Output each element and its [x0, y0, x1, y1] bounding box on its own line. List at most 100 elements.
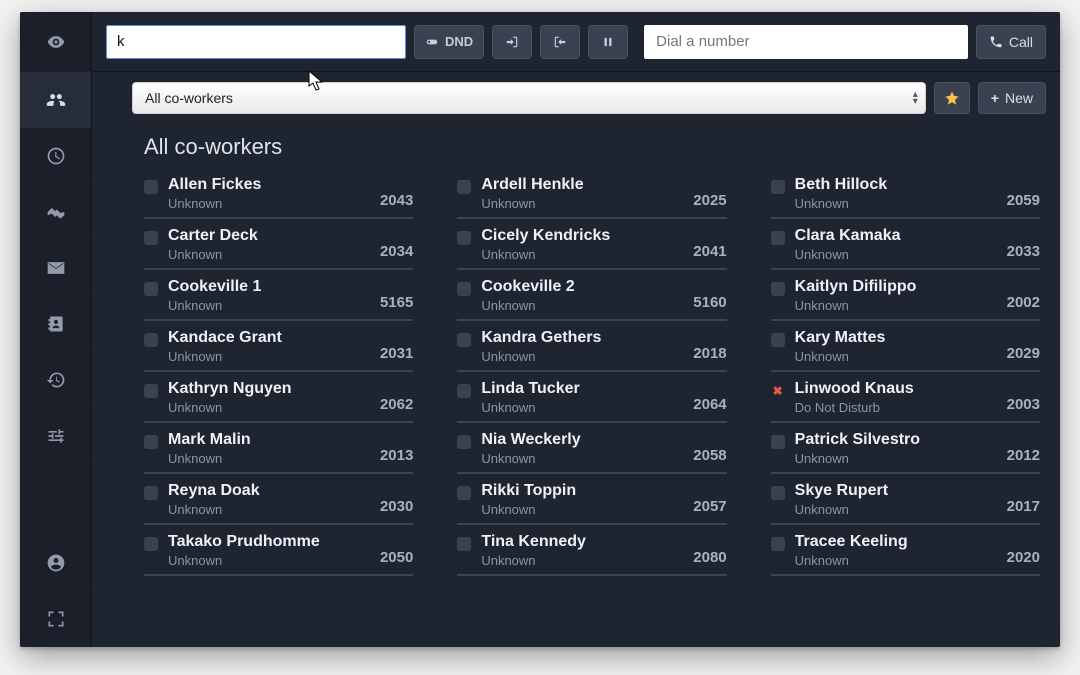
dial-input[interactable] [644, 25, 968, 59]
presence-unknown-icon [457, 384, 471, 398]
presence-unknown-icon [144, 231, 158, 245]
contact-item[interactable]: Kathryn NguyenUnknown2062 [144, 372, 413, 423]
contact-name: Skye Rupert [795, 482, 997, 500]
presence-unknown-icon [457, 282, 471, 296]
contact-name: Cookeville 1 [168, 278, 370, 296]
contact-extension: 2031 [380, 345, 413, 362]
contact-item[interactable]: Kandra GethersUnknown2018 [457, 321, 726, 372]
sidebar-item-settings[interactable] [20, 408, 91, 464]
contact-item[interactable]: Cookeville 2Unknown5160 [457, 270, 726, 321]
search-input[interactable] [106, 25, 406, 59]
new-button[interactable]: + New [978, 82, 1046, 114]
contact-name: Beth Hillock [795, 176, 997, 194]
eye-icon [46, 32, 66, 52]
presence-unknown-icon [771, 231, 785, 245]
contact-extension: 2080 [693, 549, 726, 566]
user-circle-icon [46, 553, 66, 573]
contact-name: Clara Kamaka [795, 227, 997, 245]
contact-status: Unknown [481, 502, 683, 517]
contact-extension: 2029 [1007, 345, 1040, 362]
contact-item[interactable]: Allen FickesUnknown2043 [144, 168, 413, 219]
sidebar-item-handshake[interactable] [20, 184, 91, 240]
contact-extension: 2020 [1007, 549, 1040, 566]
presence-unknown-icon [144, 282, 158, 296]
contact-item[interactable]: Kaitlyn DifilippoUnknown2002 [771, 270, 1040, 321]
contact-item[interactable]: Rikki ToppinUnknown2057 [457, 474, 726, 525]
contact-extension: 2018 [693, 345, 726, 362]
dnd-label: DND [445, 34, 473, 49]
sidebar-item-history[interactable] [20, 352, 91, 408]
contact-item[interactable]: ✖Linwood KnausDo Not Disturb2003 [771, 372, 1040, 423]
contact-item[interactable]: Ardell HenkleUnknown2025 [457, 168, 726, 219]
contact-status: Unknown [795, 247, 997, 262]
contact-item[interactable]: Linda TuckerUnknown2064 [457, 372, 726, 423]
contact-item[interactable]: Beth Hillock Unknown 2059 [771, 168, 1040, 219]
sidebar-item-contacts[interactable] [20, 296, 91, 352]
contact-status: Unknown [795, 349, 997, 364]
contact-item[interactable]: Nia WeckerlyUnknown2058 [457, 423, 726, 474]
presence-unknown-icon [457, 435, 471, 449]
contact-extension: 2059 [1007, 192, 1040, 209]
call-button[interactable]: Call [976, 25, 1046, 59]
presence-unknown-icon [771, 333, 785, 347]
sliders-icon [46, 426, 66, 446]
sidebar-item-layout[interactable] [20, 591, 91, 647]
contact-item[interactable]: Tina Kennedy Unknown 2080 [457, 525, 726, 576]
contact-item[interactable]: Tracee KeelingUnknown2020 [771, 525, 1040, 576]
presence-unknown-icon [144, 180, 158, 194]
contact-item[interactable]: Takako PrudhommeUnknown2050 [144, 525, 413, 576]
envelope-icon [46, 258, 66, 278]
contact-name: Cookeville 2 [481, 278, 683, 296]
group-select[interactable]: All co-workers [132, 82, 926, 114]
pause-button[interactable] [588, 25, 628, 59]
favorite-button[interactable] [934, 82, 970, 114]
sidebar-item-coworkers[interactable] [20, 72, 91, 128]
contact-item[interactable]: Clara KamakaUnknown2033 [771, 219, 1040, 270]
logout-button[interactable] [540, 25, 580, 59]
dnd-button[interactable]: DND [414, 25, 484, 59]
sidebar-item-visibility[interactable] [20, 12, 91, 72]
contact-status: Unknown [168, 247, 370, 262]
contact-item[interactable]: Carter DeckUnknown2034 [144, 219, 413, 270]
toggle-icon [425, 35, 439, 49]
contact-item[interactable]: Patrick SilvestroUnknown2012 [771, 423, 1040, 474]
contact-status: Unknown [481, 553, 683, 568]
presence-unknown-icon [771, 282, 785, 296]
contact-status: Unknown [481, 196, 683, 211]
contact-extension: 2034 [380, 243, 413, 260]
contact-status: Unknown [795, 553, 997, 568]
presence-unknown-icon [771, 486, 785, 500]
sidebar-item-recent[interactable] [20, 128, 91, 184]
contact-name: Linwood Knaus [795, 380, 997, 398]
contact-name: Tina Kennedy [481, 533, 683, 551]
sidebar-item-profile[interactable] [20, 535, 91, 591]
contact-name: Kaitlyn Difilippo [795, 278, 997, 296]
presence-unknown-icon [144, 435, 158, 449]
contact-item[interactable]: Kary MattesUnknown2029 [771, 321, 1040, 372]
contact-item[interactable]: Skye RupertUnknown2017 [771, 474, 1040, 525]
logout-icon [553, 35, 567, 49]
contact-status: Unknown [481, 451, 683, 466]
contact-item[interactable]: Mark MalinUnknown2013 [144, 423, 413, 474]
contact-status: Unknown [795, 196, 997, 211]
phone-icon [989, 35, 1003, 49]
presence-unknown-icon [457, 180, 471, 194]
contact-status: Unknown [168, 502, 370, 517]
address-book-icon [46, 314, 66, 334]
presence-unknown-icon [771, 180, 785, 194]
star-icon [944, 90, 960, 106]
contact-status: Unknown [168, 451, 370, 466]
contact-item[interactable]: Cicely KendricksUnknown2041 [457, 219, 726, 270]
frame-icon [46, 609, 66, 629]
contact-name: Takako Prudhomme [168, 533, 370, 551]
presence-dnd-icon: ✖ [771, 384, 785, 398]
section-title: All co-workers [144, 134, 1040, 160]
presence-unknown-icon [144, 333, 158, 347]
contact-name: Allen Fickes [168, 176, 370, 194]
sidebar-item-messages[interactable] [20, 240, 91, 296]
contact-item[interactable]: Kandace GrantUnknown2031 [144, 321, 413, 372]
login-button[interactable] [492, 25, 532, 59]
contact-extension: 5160 [693, 294, 726, 311]
contact-item[interactable]: Cookeville 1Unknown5165 [144, 270, 413, 321]
contact-item[interactable]: Reyna DoakUnknown2030 [144, 474, 413, 525]
